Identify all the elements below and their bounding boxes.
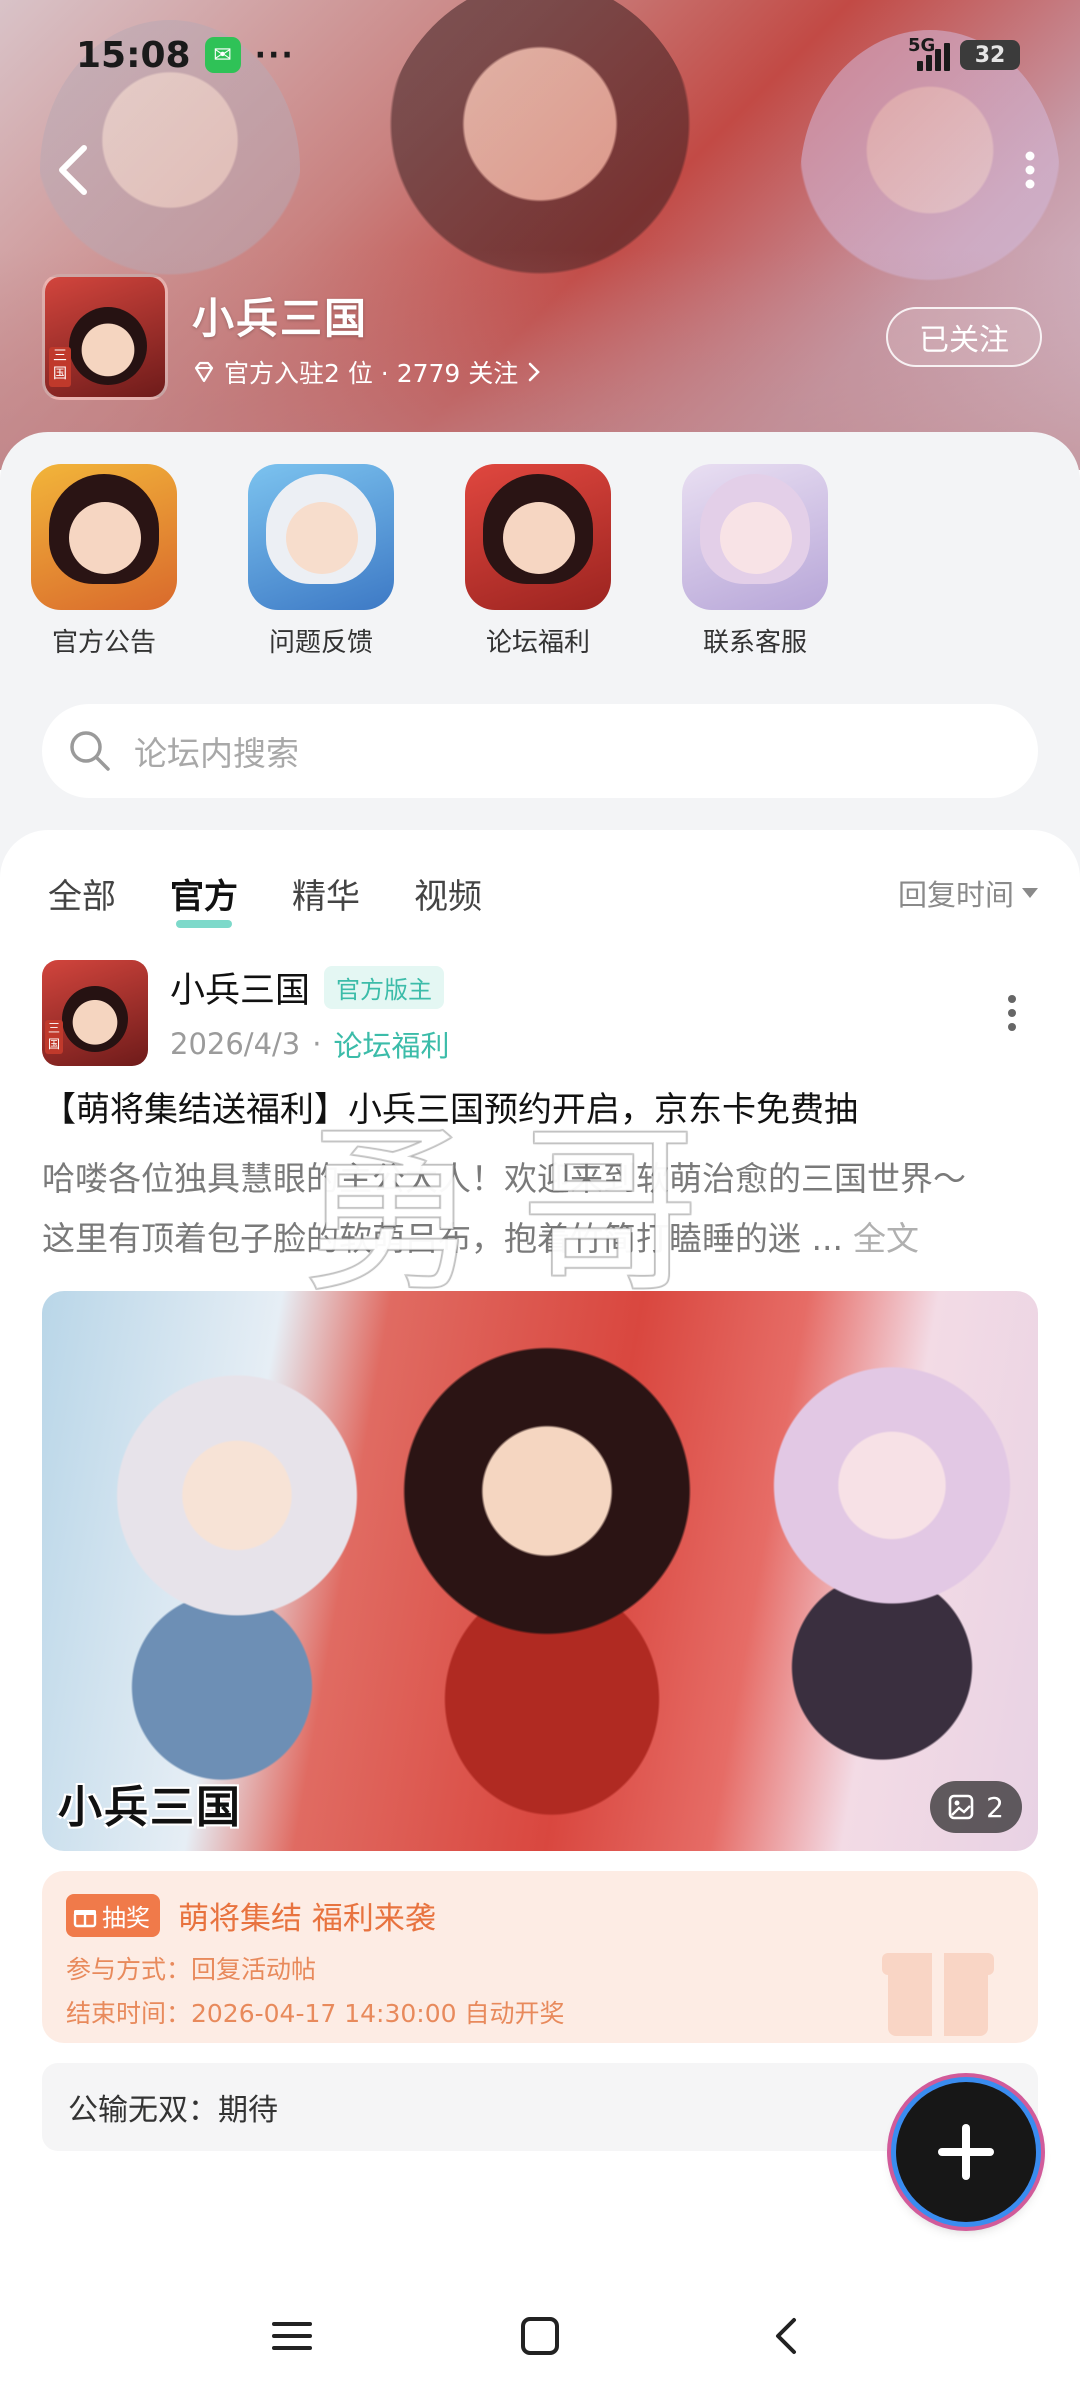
tab-video[interactable]: 视频 [414,869,482,918]
announcement-icon [31,464,177,610]
lottery-method: 参与方式：回复活动帖 [66,1955,317,1984]
avatar[interactable]: 三国 [42,960,148,1066]
avatar-face [62,986,128,1052]
post-meta: 2026/4/3 · 论坛福利 [170,1023,449,1065]
post-more-icon[interactable] [1002,993,1022,1033]
content-sheet: 官方公告 问题反馈 论坛福利 联系客服 论坛内搜索 全部 官方 精华 视频 回复… [0,432,1080,2272]
post-body-line: 这里有顶着包子脸的软萌吕布，抱着竹简打瞌睡的迷 ... [42,1219,843,1258]
more-notifications-icon: ··· [254,37,295,73]
post-body[interactable]: 哈喽各位独具慧眼的主公大人！欢迎来到软萌治愈的三国世界～ 这里有顶着包子脸的软萌… [42,1149,1038,1269]
full-text-link[interactable]: 全文 [853,1209,919,1269]
post-date: 2026/4/3 [170,1026,301,1061]
signal-icon: 5G [908,37,950,71]
quick-link-label: 联系客服 [702,628,807,658]
support-icon [682,464,828,610]
sort-dropdown[interactable]: 回复时间 [898,872,1038,914]
post-image[interactable]: 小兵三国 2 [42,1291,1038,1851]
lottery-head: 抽奖 萌将集结 福利来袭 [66,1893,1014,1938]
lottery-card[interactable]: 抽奖 萌将集结 福利来袭 参与方式：回复活动帖 结束时间：2026-04-17 … [42,1871,1038,2043]
wechat-icon: ✉ [204,37,241,73]
back-arrow-icon[interactable] [50,140,94,200]
meta-separator: · [312,1026,322,1061]
author-name[interactable]: 小兵三国 [170,962,310,1013]
game-logo: 小兵三国 [58,1782,242,1833]
post-forum-link[interactable]: 论坛福利 [333,1023,449,1065]
post-title[interactable]: 【萌将集结送福利】小兵三国预约开启，京东卡免费抽 [42,1082,1038,1131]
image-count-badge: 2 [930,1781,1022,1833]
search-bar[interactable]: 论坛内搜索 [42,704,1038,798]
sort-label: 回复时间 [897,878,1014,912]
search-icon [70,731,110,771]
caret-down-icon [1022,888,1038,898]
tab-featured[interactable]: 精华 [292,869,360,918]
icon-face [286,502,358,574]
icon-face [503,502,575,574]
icon-face [69,502,141,574]
create-post-button[interactable] [896,2082,1036,2222]
image-character [112,1361,362,1641]
forum-logo-tag: 三国 [49,347,71,387]
forum-title: 小兵三国 [192,293,369,343]
chevron-right-icon [528,362,541,381]
post-body-line: 哈喽各位独具慧眼的主公大人！欢迎来到软萌治愈的三国世界～ [42,1159,966,1198]
lottery-tag-label: 抽奖 [102,1904,150,1932]
quick-link-welfare[interactable]: 论坛福利 [453,464,623,659]
menu-icon[interactable] [268,2312,316,2360]
moderator-badge: 官方版主 [324,965,445,1009]
icon-face [720,502,792,574]
forum-stats[interactable]: 官方入驻2 位 · 2779 关注 [192,354,542,390]
status-time: 15:08 [76,34,191,76]
forum-logo[interactable]: 三国 [42,274,168,400]
welfare-icon [465,464,611,610]
quick-link-label: 官方公告 [51,628,156,658]
image-character [762,1351,1022,1631]
author-info: 小兵三国 官方版主 2026/4/3 · 论坛福利 [170,962,449,1065]
quick-link-feedback[interactable]: 问题反馈 [236,464,406,659]
lottery-tag: 抽奖 [66,1894,160,1937]
avatar-tag: 三国 [45,1020,63,1054]
quick-link-announcement[interactable]: 官方公告 [19,464,189,659]
forum-subtitle: 官方入驻2 位 · 2779 关注 [224,358,519,388]
more-vertical-icon[interactable] [1020,150,1040,190]
search-placeholder: 论坛内搜索 [134,734,299,773]
post-body-last-line: 这里有顶着包子脸的软萌吕布，抱着竹简打瞌睡的迷 ... 全文 [42,1209,1038,1269]
forum-header: 三国 小兵三国 官方入驻2 位 · 2779 关注 已关注 [42,272,1042,402]
quick-link-support[interactable]: 联系客服 [670,464,840,659]
post-card[interactable]: 三国 小兵三国 官方版主 2026/4/3 · 论坛福利 【萌将集结送福利】小兵… [42,958,1038,2151]
image-count: 2 [986,1790,1004,1824]
post-feed: 全部 官方 精华 视频 回复时间 三国 小兵三国 官方版主 2026/4/3 ·… [0,830,1080,2272]
forum-logo-face [69,307,147,385]
plus-icon [938,2124,994,2180]
lottery-title: 萌将集结 福利来袭 [178,1901,436,1937]
top-comment[interactable]: 公输无双：期待 [42,2063,1038,2151]
lottery-end-time: 结束时间：2026-04-17 14:30:00 自动开奖 [66,1999,565,2028]
gift-icon [73,1909,97,1927]
feed-tabs: 全部 官方 精华 视频 回复时间 [48,858,1038,928]
gift-decoration-icon [882,1951,994,2036]
forum-meta: 小兵三国 官方入驻2 位 · 2779 关注 [192,285,542,390]
post-header: 三国 小兵三国 官方版主 2026/4/3 · 论坛福利 [42,958,1038,1068]
diamond-icon [194,361,214,382]
signal-bars [917,41,950,71]
quick-link-label: 问题反馈 [268,628,373,658]
tab-all[interactable]: 全部 [48,869,116,918]
quick-link-label: 论坛福利 [485,628,590,658]
tab-official[interactable]: 官方 [170,869,238,928]
back-icon[interactable] [764,2312,812,2360]
home-icon[interactable] [516,2312,564,2360]
status-bar: 15:08 ✉ ··· 5G 32 [76,30,1020,80]
status-right: 5G 32 [908,37,1020,71]
author-line: 小兵三国 官方版主 [170,962,449,1013]
system-nav-bar [0,2272,1080,2400]
image-character [382,1311,712,1671]
battery-icon: 32 [960,40,1020,70]
follow-button[interactable]: 已关注 [886,307,1042,367]
image-icon [948,1794,974,1820]
battery-level: 32 [974,42,1006,68]
quick-links: 官方公告 问题反馈 论坛福利 联系客服 [0,432,1080,672]
feedback-icon [248,464,394,610]
